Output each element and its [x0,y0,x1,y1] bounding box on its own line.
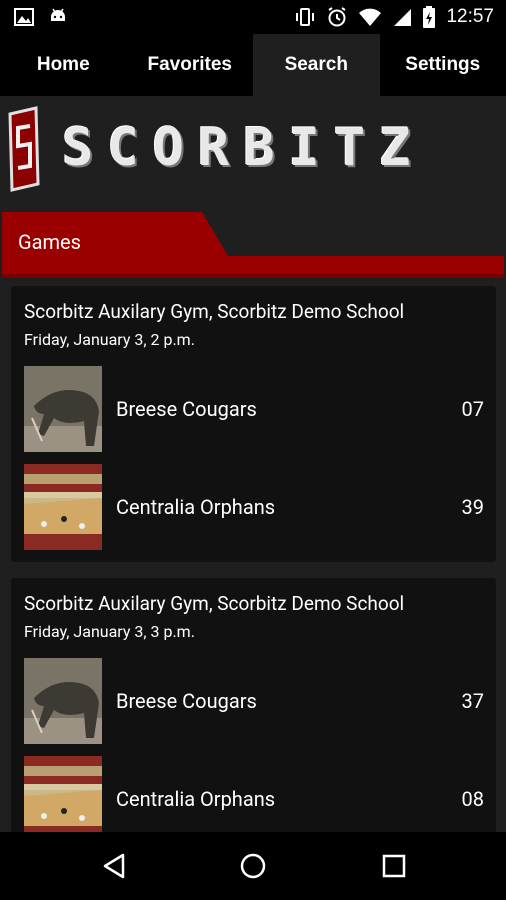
alarm-icon [328,7,347,27]
team-name: Breese Cougars [116,397,257,421]
gym-court-photo-icon [24,756,102,842]
team-row[interactable]: Centralia Orphans 08 [24,756,484,842]
komodo-dragon-photo-icon [24,658,102,744]
game-venue: Scorbitz Auxilary Gym, Scorbitz Demo Sch… [24,592,405,615]
cell-signal-icon [394,9,412,26]
tab-search[interactable]: Search [253,34,380,96]
team-name: Breese Cougars [116,689,257,713]
gym-court-photo-icon [24,464,102,550]
navigation-bar [0,832,506,900]
tab-favorites[interactable]: Favorites [127,34,254,96]
tab-settings[interactable]: Settings [380,34,506,96]
status-bar: 12:57 [0,0,506,34]
team-score: 37 [461,689,484,713]
game-venue: Scorbitz Auxilary Gym, Scorbitz Demo Sch… [24,300,405,323]
games-title: Games [18,230,81,254]
back-triangle-icon [103,853,125,879]
scorbitz-emblem-icon [8,106,40,192]
team-name: Centralia Orphans [116,787,276,811]
game-datetime: Friday, January 3, 3 p.m. [24,622,195,641]
game-datetime: Friday, January 3, 2 p.m. [24,330,195,349]
game-card[interactable]: Scorbitz Auxilary Gym, Scorbitz Demo Sch… [11,578,496,842]
vibrate-icon [296,8,315,26]
recents-button[interactable] [374,846,414,886]
games-section-header: Games [2,212,504,278]
team-row[interactable]: Breese Cougars 07 [24,366,484,452]
back-button[interactable] [94,846,134,886]
battery-icon [423,6,436,28]
recents-square-icon [382,854,406,878]
komodo-dragon-photo-icon [24,366,102,452]
image-notification-icon [14,8,34,26]
wifi-icon [359,8,382,26]
team-score: 08 [461,787,484,811]
team-name: Centralia Orphans [116,495,276,519]
team-score: 07 [461,397,484,421]
android-icon [51,8,65,21]
clock: 12:57 [446,6,494,27]
tab-home[interactable]: Home [0,34,127,96]
team-row[interactable]: Breese Cougars 37 [24,658,484,744]
home-button[interactable] [233,846,273,886]
logo-wordmark: SCORBITZ [62,118,425,178]
game-card[interactable]: Scorbitz Auxilary Gym, Scorbitz Demo Sch… [11,286,496,562]
home-circle-icon [240,853,266,879]
tab-bar: Home Favorites Search Settings [0,34,506,96]
team-score: 39 [461,495,484,519]
team-row[interactable]: Centralia Orphans 39 [24,464,484,550]
logo-banner: SCORBITZ [0,96,506,212]
